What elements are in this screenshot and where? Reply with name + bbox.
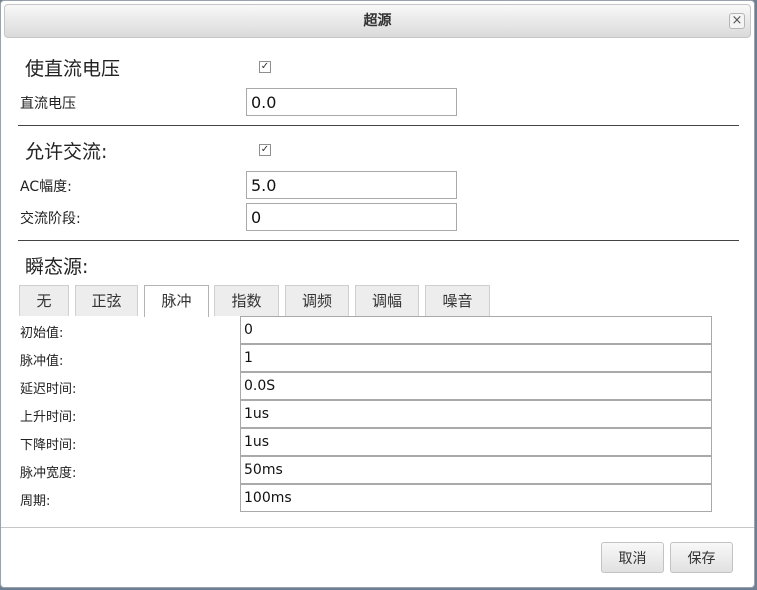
dialog-titlebar[interactable]: 超源 × [4, 4, 751, 38]
initial-value-input[interactable] [240, 316, 712, 344]
dc-voltage-label: 直流电压 [20, 96, 76, 112]
period-input[interactable] [240, 484, 712, 512]
tab-noise[interactable]: 噪音 [425, 285, 490, 316]
period-label: 周期: [20, 494, 51, 509]
dc-voltage-input[interactable] [246, 88, 457, 116]
pulse-width-input[interactable] [240, 456, 712, 484]
tab-fm[interactable]: 调频 [285, 285, 349, 316]
save-button[interactable]: 保存 [670, 542, 733, 573]
dialog-title: 超源 [363, 13, 392, 29]
fall-time-label: 下降时间: [20, 438, 77, 453]
tab-none[interactable]: 无 [19, 285, 69, 316]
pulse-value-label: 脉冲值: [20, 354, 64, 369]
divider [18, 125, 739, 126]
fall-time-input[interactable] [240, 428, 712, 456]
dc-enable-label: 使直流电压 [25, 58, 121, 80]
ac-enable-checkbox[interactable]: ✓ [259, 144, 271, 156]
divider [18, 240, 739, 241]
ac-phase-label: 交流阶段: [20, 211, 81, 227]
ac-amplitude-input[interactable] [246, 171, 457, 199]
tab-sine[interactable]: 正弦 [75, 285, 138, 316]
pulse-width-label: 脉冲宽度: [20, 466, 77, 481]
tab-exponential[interactable]: 指数 [214, 285, 279, 316]
tab-pulse[interactable]: 脉冲 [144, 285, 209, 317]
rise-time-input[interactable] [240, 400, 712, 428]
delay-time-label: 延迟时间: [20, 382, 77, 397]
dc-enable-checkbox[interactable]: ✓ [259, 61, 271, 73]
close-icon[interactable]: × [729, 13, 745, 29]
pulse-value-input[interactable] [240, 344, 712, 372]
tab-am[interactable]: 调幅 [355, 285, 419, 316]
rise-time-label: 上升时间: [20, 410, 77, 425]
dialog: 超源 × 使直流电压 ✓ 直流电压 允许交流: ✓ AC幅度: 交流阶段: 瞬态… [0, 0, 755, 588]
transient-title: 瞬态源: [25, 256, 89, 278]
ac-enable-label: 允许交流: [25, 141, 108, 163]
ac-phase-input[interactable] [246, 203, 457, 231]
ac-amplitude-label: AC幅度: [20, 179, 72, 195]
cancel-button[interactable]: 取消 [601, 542, 664, 573]
initial-value-label: 初始值: [20, 326, 64, 341]
delay-time-input[interactable] [240, 372, 712, 400]
footer-divider [1, 527, 754, 528]
